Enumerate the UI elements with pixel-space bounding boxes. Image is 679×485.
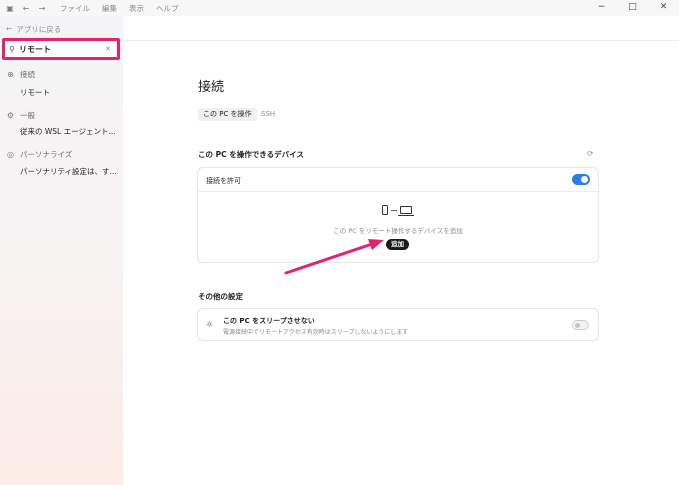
back-arrow-icon: ←: [6, 24, 13, 33]
prevent-sleep-title: この PC をスリープさせない: [223, 317, 315, 325]
search-icon: ⚲: [9, 44, 15, 54]
maximize-button[interactable]: □: [617, 0, 648, 16]
sidebar-item-remote[interactable]: リモート: [20, 87, 50, 98]
back-to-app-link[interactable]: ← アプリに戻る: [6, 24, 61, 35]
page-title: 接続: [198, 80, 225, 95]
phone-icon: [382, 205, 388, 215]
gear-icon: ⚙: [6, 111, 15, 120]
tab-ssh[interactable]: SSH: [261, 108, 275, 121]
menu-edit[interactable]: 編集: [102, 3, 117, 14]
back-to-app-label: アプリに戻る: [16, 25, 62, 34]
window-controls: − □ ✕: [586, 0, 679, 16]
prevent-sleep-card: ☼ この PC をスリープさせない 電源接続中でリモートアクセス有効時はスリープ…: [197, 308, 599, 341]
prevent-sleep-toggle[interactable]: [572, 320, 589, 330]
sidebar-group-label: パーソナライズ: [20, 150, 73, 159]
allow-connection-row: 接続を許可: [198, 168, 598, 192]
sidebar-group-general: ⚙ 一般: [6, 110, 35, 121]
devices-card: 接続を許可 この PC をリモート操作するデバイスを追加 追加: [197, 167, 599, 263]
menu-file[interactable]: ファイル: [60, 3, 90, 14]
allow-connection-toggle[interactable]: [572, 174, 590, 185]
no-devices-message: この PC をリモート操作するデバイスを追加: [333, 227, 463, 235]
sun-icon: ☼: [206, 320, 214, 329]
search-input[interactable]: [19, 44, 99, 54]
sidebar-item-personality[interactable]: パーソナリティ設定は、す...: [20, 166, 117, 177]
sidebar-group-connection: ⊕ 接続: [6, 69, 35, 80]
header-divider: [123, 40, 679, 41]
sidebar-group-label: 一般: [20, 111, 35, 120]
tab-control-this-pc[interactable]: この PC を操作: [198, 108, 257, 121]
clear-search-icon[interactable]: ✕: [105, 45, 111, 53]
sidebar: ← アプリに戻る ⚲ ✕ ⊕ 接続 リモート ⚙ 一般 従来の WSL エージェ…: [0, 16, 123, 485]
forward-arrow-icon[interactable]: →: [36, 4, 48, 13]
connection-dash: [391, 209, 397, 211]
refresh-icon[interactable]: ⟳: [587, 149, 594, 158]
menu-help[interactable]: ヘルプ: [156, 3, 179, 14]
back-arrow-icon[interactable]: ←: [20, 4, 32, 13]
device-link-illustration: [382, 205, 414, 216]
palette-icon: ◎: [7, 150, 14, 159]
sidebar-group-label: 接続: [20, 70, 35, 79]
settings-search-box[interactable]: ⚲ ✕: [2, 38, 120, 60]
sidebar-item-legacy-wsl-agent[interactable]: 従来の WSL エージェント...: [20, 126, 116, 137]
minimize-button[interactable]: −: [586, 0, 617, 16]
menu-bar: ▣ ← → ファイル 編集 表示 ヘルプ − □ ✕: [0, 0, 679, 16]
main-content: 接続 この PC を操作 SSH この PC を操作できるデバイス ⟳ 接続を許…: [123, 16, 679, 485]
add-device-button[interactable]: 追加: [386, 239, 409, 250]
close-button[interactable]: ✕: [648, 0, 679, 16]
laptop-icon: [398, 206, 414, 216]
devices-section-title: この PC を操作できるデバイス: [198, 150, 304, 159]
sidebar-group-personalize: ◎ パーソナライズ: [6, 149, 72, 160]
prevent-sleep-description: 電源接続中でリモートアクセス有効時はスリープしないようにします: [223, 329, 409, 336]
globe-icon: ⊕: [7, 70, 14, 79]
menu-view[interactable]: 表示: [129, 3, 144, 14]
allow-connection-label: 接続を許可: [206, 177, 241, 185]
sidebar-toggle-icon[interactable]: ▣: [4, 4, 16, 13]
other-settings-title: その他の設定: [198, 292, 243, 301]
